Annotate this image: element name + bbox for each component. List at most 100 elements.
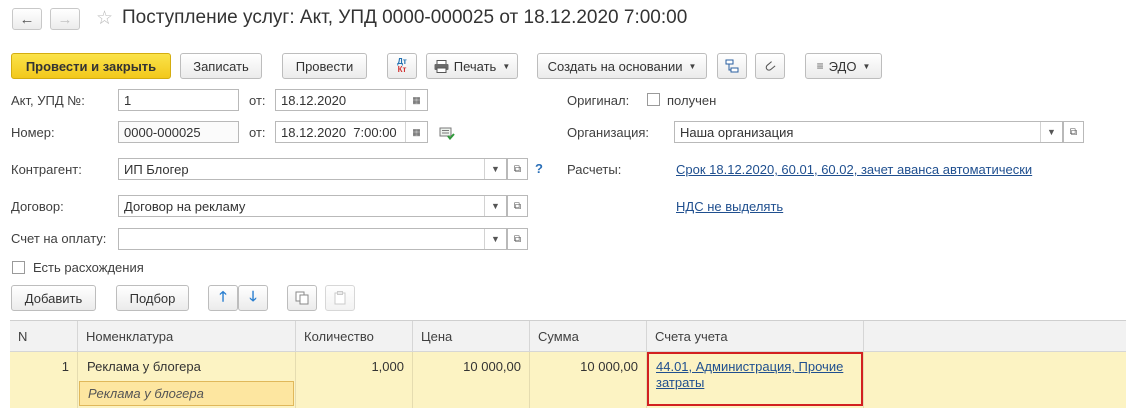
accounts-cell[interactable]: 44.01, Администрация, Прочие затраты [647,352,864,408]
dropdown-arrow-icon[interactable]: ▼ [484,229,506,249]
number-datetime-input[interactable]: 18.12.2020 7:00:00 ▦ [275,121,428,143]
column-header-label: Количество [304,328,374,344]
price-value: 10 000,00 [463,359,521,374]
original-received-label: получен [667,93,717,108]
counterparty-open-button[interactable]: ⧉ [507,158,528,180]
dt-kt-button[interactable]: Дт Кт [387,53,417,79]
organization-open-button[interactable]: ⧉ [1063,121,1084,143]
services-table: N Номенклатура Количество Цена Сумма Сче… [10,320,1126,408]
edo-button[interactable]: ≡ ЭДО ▼ [805,53,882,79]
caret-down-icon: ▼ [862,61,871,71]
contract-value: Договор на рекламу [124,198,246,214]
price-cell[interactable]: 10 000,00 [413,352,530,408]
organization-input[interactable]: Наша организация ▼ [674,121,1063,143]
sum-cell[interactable]: 10 000,00 [530,352,647,408]
structure-button[interactable] [717,53,747,79]
counterparty-input[interactable]: ИП Блогер ▼ [118,158,507,180]
open-form-icon: ⧉ [1069,126,1078,138]
save-label: Записать [193,58,249,74]
create-based-on-button[interactable]: Создать на основании ▼ [537,53,707,79]
organization-label: Организация: [567,125,650,140]
discrepancy-checkbox[interactable] [12,261,25,274]
invoice-open-button[interactable]: ⧉ [507,228,528,250]
dropdown-arrow-icon[interactable]: ▼ [484,159,506,179]
post-and-close-button[interactable]: Провести и закрыть [11,53,171,79]
add-row-button[interactable]: Добавить [11,285,96,311]
open-form-icon: ⧉ [513,200,522,212]
invoice-label: Счет на оплату: [11,231,107,246]
forward-button[interactable]: → [50,8,80,30]
add-row-label: Добавить [24,290,83,306]
item-name: Реклама у блогера [87,359,201,374]
column-header-item[interactable]: Номенклатура [78,321,296,352]
favorite-star-icon[interactable]: ☆ [96,7,113,30]
dropdown-arrow-icon[interactable]: ▼ [484,196,506,216]
organization-value: Наша организация [680,124,794,140]
open-form-icon: ⧉ [513,163,522,175]
edo-label: ЭДО [828,58,857,74]
quantity-cell[interactable]: 1,000 [296,352,413,408]
help-icon[interactable]: ? [535,161,543,176]
discrepancy-label: Есть расхождения [33,260,144,275]
open-form-icon: ⧉ [513,233,522,245]
column-header-label: N [18,328,28,344]
accounts-link[interactable]: 44.01, Администрация, Прочие затраты [656,359,856,391]
contract-open-button[interactable]: ⧉ [507,195,528,217]
caret-down-icon: ▼ [688,61,697,71]
paperclip-icon: ⊂ [760,55,780,76]
act-number-input[interactable]: 1 [118,89,239,111]
arrow-up-icon: 🡑 [219,288,227,304]
item-content-input[interactable]: Реклама у блогера [79,381,294,406]
act-date-input[interactable]: 18.12.2020 ▦ [275,89,428,111]
back-button[interactable]: ← [12,8,42,30]
column-header-price[interactable]: Цена [413,321,530,352]
document-check-icon[interactable] [439,126,455,140]
number-input[interactable]: 0000-000025 [118,121,239,143]
column-header-sum[interactable]: Сумма [530,321,647,352]
structure-icon [725,59,739,73]
paste-icon [334,291,346,305]
column-header-quantity[interactable]: Количество [296,321,413,352]
sum-value: 10 000,00 [580,359,638,374]
create-based-on-label: Создать на основании [547,58,683,74]
caret-down-icon: ▼ [502,61,511,71]
item-cell[interactable]: Реклама у блогера Реклама у блогера [78,352,296,408]
column-header-label: Счета учета [655,328,728,344]
move-up-button[interactable]: 🡑 [208,285,238,311]
paste-row-button[interactable] [325,285,355,311]
save-button[interactable]: Записать [180,53,262,79]
act-date-from-label: от: [249,93,266,108]
selection-button[interactable]: Подбор [116,285,189,311]
table-row[interactable]: 1 Реклама у блогера Реклама у блогера 1,… [10,352,1126,408]
act-number-value: 1 [124,92,132,108]
attach-button[interactable]: ⊂ [755,53,785,79]
dt-kt-icon: Дт Кт [397,58,407,74]
column-header-label: Цена [421,328,453,344]
arrow-down-icon: 🡓 [249,288,257,304]
number-datetime-value: 18.12.2020 7:00:00 [281,124,397,140]
arrow-left-icon: ← [19,10,35,28]
post-button[interactable]: Провести [282,53,367,79]
original-received-checkbox[interactable] [647,93,660,106]
post-and-close-label: Провести и закрыть [25,58,157,74]
column-header-filler [864,321,1126,352]
copy-icon [295,291,309,305]
column-header-n[interactable]: N [10,321,78,352]
move-down-button[interactable]: 🡓 [238,285,268,311]
vat-link[interactable]: НДС не выделять [676,199,783,214]
invoice-input[interactable]: ▼ [118,228,507,250]
counterparty-label: Контрагент: [11,162,82,177]
column-header-label: Сумма [538,328,579,344]
contract-input[interactable]: Договор на рекламу ▼ [118,195,507,217]
copy-row-button[interactable] [287,285,317,311]
dropdown-arrow-icon[interactable]: ▼ [1040,122,1062,142]
settlements-link[interactable]: Срок 18.12.2020, 60.01, 60.02, зачет ава… [676,162,1032,177]
column-header-accounts[interactable]: Счета учета [647,321,864,352]
settlements-label: Расчеты: [567,162,622,177]
calendar-icon[interactable]: ▦ [405,122,427,142]
item-content-value: Реклама у блогера [88,386,204,401]
page-title: Поступление услуг: Акт, УПД 0000-000025 … [122,7,688,28]
print-button[interactable]: Печать ▼ [426,53,518,79]
act-date-value: 18.12.2020 [281,92,347,108]
calendar-icon[interactable]: ▦ [405,90,427,110]
